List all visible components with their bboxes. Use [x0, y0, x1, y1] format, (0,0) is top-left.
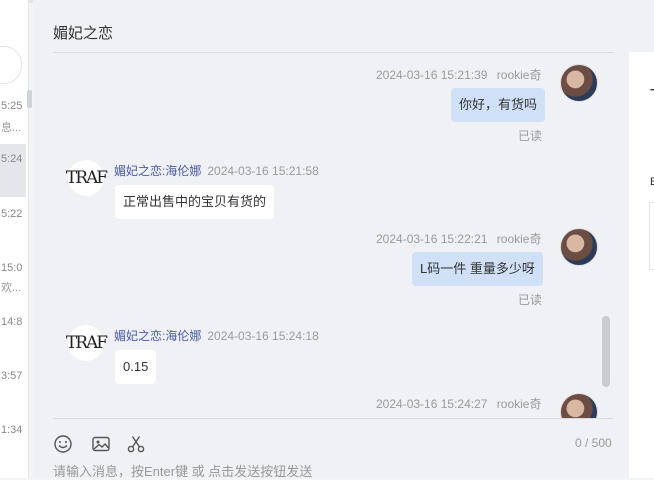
- message-time: 2024-03-16 15:21:39: [376, 68, 488, 82]
- message-sender: 媚妃之恋:海伦娜: [114, 329, 202, 343]
- read-status: 已读: [518, 129, 543, 143]
- message-bubble: L码一件 重量多少呀: [412, 252, 543, 286]
- message-bubble: 0.15: [115, 350, 157, 384]
- user-avatar[interactable]: [560, 64, 598, 102]
- conversation-item[interactable]: 15:0 欢...: [0, 261, 26, 295]
- chat-scrollbar[interactable]: [602, 316, 610, 387]
- message-meta: 媚妃之恋:海伦娜 2024-03-16 15:21:58: [114, 162, 319, 179]
- char-counter: 0 / 500: [575, 436, 612, 450]
- shop-avatar[interactable]: TRAF: [66, 325, 108, 361]
- sidebar-scrollbar[interactable]: [27, 90, 32, 108]
- user-avatar[interactable]: [560, 393, 598, 418]
- divider: [53, 52, 613, 53]
- message-meta: 2024-03-16 15:24:27 rookie奇: [376, 395, 541, 412]
- conversation-time: 14:8: [1, 316, 23, 328]
- message-input[interactable]: 请输入消息，按Enter键 或 点击发送按钮发送: [53, 461, 312, 480]
- message-meta: 媚妃之恋:海伦娜 2024-03-16 15:24:18: [114, 327, 319, 344]
- user-avatar[interactable]: [560, 228, 598, 266]
- message-sender: rookie奇: [496, 68, 542, 82]
- conversation-time: 5:24: [1, 153, 23, 165]
- conversation-item[interactable]: 5:22: [0, 207, 26, 221]
- right-panel-label: E: [650, 176, 654, 188]
- conversation-time: 15:0: [1, 262, 23, 274]
- divider: [53, 418, 613, 419]
- conversation-list: 5:25 息... 5:24 5:22 15:0 欢... 14:8 3:57 …: [0, 0, 29, 478]
- message-sender: rookie奇: [496, 397, 542, 411]
- conversation-time: 3:57: [1, 370, 23, 382]
- conversation-item-active[interactable]: 5:24: [0, 144, 26, 197]
- conversation-time: 5:25: [1, 100, 23, 112]
- conversation-item[interactable]: 1:34: [0, 423, 26, 437]
- conversation-item[interactable]: 3:57: [0, 369, 26, 383]
- message-time: 2024-03-16 15:24:18: [207, 329, 319, 343]
- conversation-item[interactable]: 5:25 息...: [0, 99, 26, 135]
- right-panel-card: [649, 202, 654, 270]
- message-meta: 2024-03-16 15:22:21 rookie奇: [376, 230, 541, 247]
- conversation-time: 1:34: [1, 424, 23, 436]
- conversation-item[interactable]: 14:8: [0, 315, 26, 329]
- conversation-snippet: 欢...: [1, 282, 22, 294]
- search-box[interactable]: [0, 46, 22, 84]
- message-sender: rookie奇: [496, 232, 542, 246]
- conversation-time: 5:22: [1, 208, 23, 220]
- image-icon[interactable]: [91, 434, 111, 454]
- message-time: 2024-03-16 15:21:58: [207, 164, 319, 178]
- chat-panel: 媚妃之恋 2024-03-16 15:21:39 rookie奇 你好，有货吗 …: [33, 0, 629, 480]
- right-panel: T E: [629, 52, 654, 478]
- conversation-snippet: 息...: [1, 122, 22, 134]
- message-time: 2024-03-16 15:22:21: [376, 232, 488, 246]
- right-panel-header: [629, 0, 654, 52]
- emoji-icon[interactable]: [53, 434, 73, 454]
- shop-avatar[interactable]: TRAF: [66, 160, 108, 196]
- avatar-clip: [560, 393, 598, 418]
- scissors-icon[interactable]: [126, 434, 146, 454]
- message-bubble: 正常出售中的宝贝有货的: [115, 185, 275, 219]
- message-meta: 2024-03-16 15:21:39 rookie奇: [376, 66, 541, 83]
- message-time: 2024-03-16 15:24:27: [376, 397, 488, 411]
- chat-title: 媚妃之恋: [53, 25, 114, 42]
- message-sender: 媚妃之恋:海伦娜: [114, 164, 202, 178]
- message-bubble: 你好，有货吗: [451, 88, 546, 122]
- read-status: 已读: [518, 293, 543, 307]
- right-panel-heading: T: [650, 86, 654, 107]
